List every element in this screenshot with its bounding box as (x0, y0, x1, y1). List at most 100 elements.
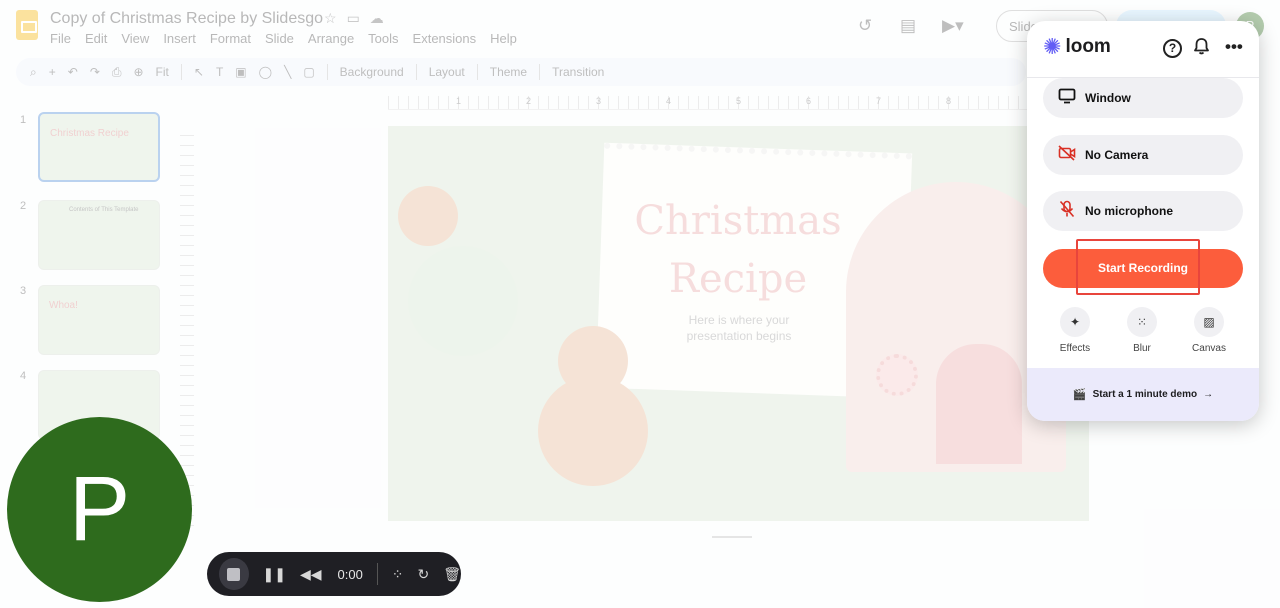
blur-icon: ⁙ (1127, 307, 1157, 337)
slide-title[interactable]: Christmas Recipe (628, 192, 848, 308)
camera-off-icon (1057, 145, 1077, 165)
notes-resize-handle[interactable] (712, 536, 752, 538)
menu-extensions[interactable]: Extensions (413, 31, 477, 46)
image-icon[interactable]: ▣ (235, 65, 246, 79)
trash-icon[interactable]: 🗑 (443, 566, 461, 583)
monitor-icon (1057, 88, 1077, 108)
menu-help[interactable]: Help (490, 31, 517, 46)
transition-button[interactable]: Transition (552, 65, 604, 79)
menu-insert[interactable]: Insert (163, 31, 196, 46)
search-icon[interactable]: ⌕ (30, 65, 37, 80)
history-icon[interactable]: ↺ (858, 16, 872, 36)
slide-canvas[interactable]: Christmas Recipe Here is where your pres… (388, 126, 1089, 521)
new-slide-icon[interactable]: + (49, 65, 56, 79)
toolbar-divider (476, 64, 478, 80)
toolbar-divider (415, 64, 417, 80)
cloud-icon: ☁ (369, 10, 394, 26)
slide-title-line2: Recipe (668, 256, 808, 302)
thumbnail-title: Christmas Recipe (50, 128, 129, 139)
document-title[interactable]: Copy of Christmas Recipe by Slidesgo (50, 10, 323, 28)
print-icon[interactable]: ⎙ (112, 65, 122, 80)
demo-link[interactable]: 🎬 Start a 1 minute demo → (1027, 368, 1259, 421)
pause-icon[interactable]: ❚❚ (263, 566, 286, 583)
toolbar: ⌕ + ↶ ↷ ⎙ ⊕ Fit ↖ T ▣ ◯ ╲ ▢ Background L… (16, 58, 1026, 86)
sparkle-icon: ✦ (1060, 307, 1090, 337)
screen-source-button[interactable]: Window (1043, 78, 1243, 118)
select-icon[interactable]: ↖ (194, 65, 204, 79)
layout-button[interactable]: Layout (429, 65, 465, 79)
gingerbread-head-graphic (398, 186, 458, 246)
toolbar-divider (539, 64, 541, 80)
slide-thumbnail-3[interactable]: Whoa! (38, 285, 160, 355)
menu-edit[interactable]: Edit (85, 31, 107, 46)
loom-logo: ✺ loom (1043, 35, 1111, 59)
ruler-number: 5 (736, 96, 742, 106)
star-icon[interactable]: ☆ (324, 10, 347, 26)
stop-button[interactable] (219, 558, 249, 590)
menu-view[interactable]: View (121, 31, 149, 46)
image-icon: ▨ (1194, 307, 1224, 337)
house-window-graphic (876, 354, 918, 396)
rewind-icon[interactable]: ◀◀ (300, 566, 322, 583)
stop-icon (227, 567, 241, 581)
line-icon[interactable]: ╲ (284, 65, 291, 79)
meet-icon[interactable]: ▶▾ (942, 16, 964, 36)
camera-avatar-bubble[interactable]: P (7, 417, 192, 602)
shape-icon[interactable]: ◯ (259, 65, 272, 79)
canvas-label: Canvas (1192, 343, 1226, 354)
slide-thumbnail-1[interactable]: Christmas Recipe (38, 112, 160, 182)
ruler-number: 7 (876, 96, 882, 106)
background-button[interactable]: Background (340, 65, 404, 79)
ruler-number: 8 (946, 96, 952, 106)
folder-icon[interactable]: ▭ (347, 10, 370, 26)
menu-file[interactable]: File (50, 31, 71, 46)
restart-icon[interactable]: ↻ (417, 566, 429, 583)
menu-tools[interactable]: Tools (368, 31, 398, 46)
comment-add-icon[interactable]: ▢ (303, 65, 314, 79)
effects-label: Effects (1059, 343, 1091, 354)
textbox-icon[interactable]: T (216, 65, 223, 79)
ruler-number: 2 (526, 96, 532, 106)
menu-bar: File Edit View Insert Format Slide Arran… (50, 31, 517, 46)
theme-button[interactable]: Theme (490, 65, 527, 79)
microphone-select-button[interactable]: No microphone (1043, 191, 1243, 231)
comment-icon[interactable]: ▤ (900, 16, 916, 36)
start-recording-button[interactable]: Start Recording (1043, 249, 1243, 288)
blur-tool[interactable]: ⁙ Blur (1117, 307, 1167, 354)
control-divider (376, 563, 378, 585)
zoom-select[interactable]: Fit (156, 65, 169, 79)
menu-format[interactable]: Format (210, 31, 251, 46)
house-door-graphic (936, 344, 1022, 464)
menu-arrange[interactable]: Arrange (308, 31, 354, 46)
camera-select-label: No Camera (1085, 148, 1149, 162)
ruler-number: 4 (666, 96, 672, 106)
slide-thumbnail-2[interactable]: Contents of This Template (38, 200, 160, 270)
redo-icon[interactable]: ↷ (90, 65, 100, 79)
grid-icon[interactable]: ⁘ (392, 566, 404, 583)
screen-source-label: Window (1085, 91, 1131, 105)
slide-title-line1: Christmas (634, 198, 842, 244)
menu-slide[interactable]: Slide (265, 31, 294, 46)
title-action-icons: ☆▭☁ (324, 10, 394, 27)
slide-subtitle[interactable]: Here is where your presentation begins (674, 312, 804, 344)
canvas-tool[interactable]: ▨ Canvas (1184, 307, 1234, 354)
loom-wordmark: loom (1065, 36, 1111, 57)
help-icon[interactable]: ? (1163, 39, 1182, 58)
microphone-select-label: No microphone (1085, 204, 1174, 218)
ruler-number: 1 (456, 96, 462, 106)
camera-select-button[interactable]: No Camera (1043, 135, 1243, 175)
horizontal-ruler (388, 96, 1028, 110)
bell-icon[interactable] (1193, 37, 1210, 60)
thumbnail-title: Contents of This Template (69, 207, 139, 213)
zoom-icon[interactable]: ⊕ (133, 65, 143, 79)
gingerbread-body-graphic (538, 376, 648, 486)
recording-control-bar: ❚❚ ◀◀ 0:00 ⁘ ↻ 🗑 (207, 552, 461, 596)
blur-label: Blur (1133, 343, 1151, 354)
undo-icon[interactable]: ↶ (68, 65, 78, 79)
more-options-icon[interactable]: ••• (1225, 37, 1243, 57)
thumbnail-number: 4 (20, 370, 27, 382)
toolbar-divider (326, 64, 328, 80)
arrow-right-icon: → (1203, 389, 1214, 400)
thumbnail-number: 3 (20, 285, 27, 297)
effects-tool[interactable]: ✦ Effects (1050, 307, 1100, 354)
